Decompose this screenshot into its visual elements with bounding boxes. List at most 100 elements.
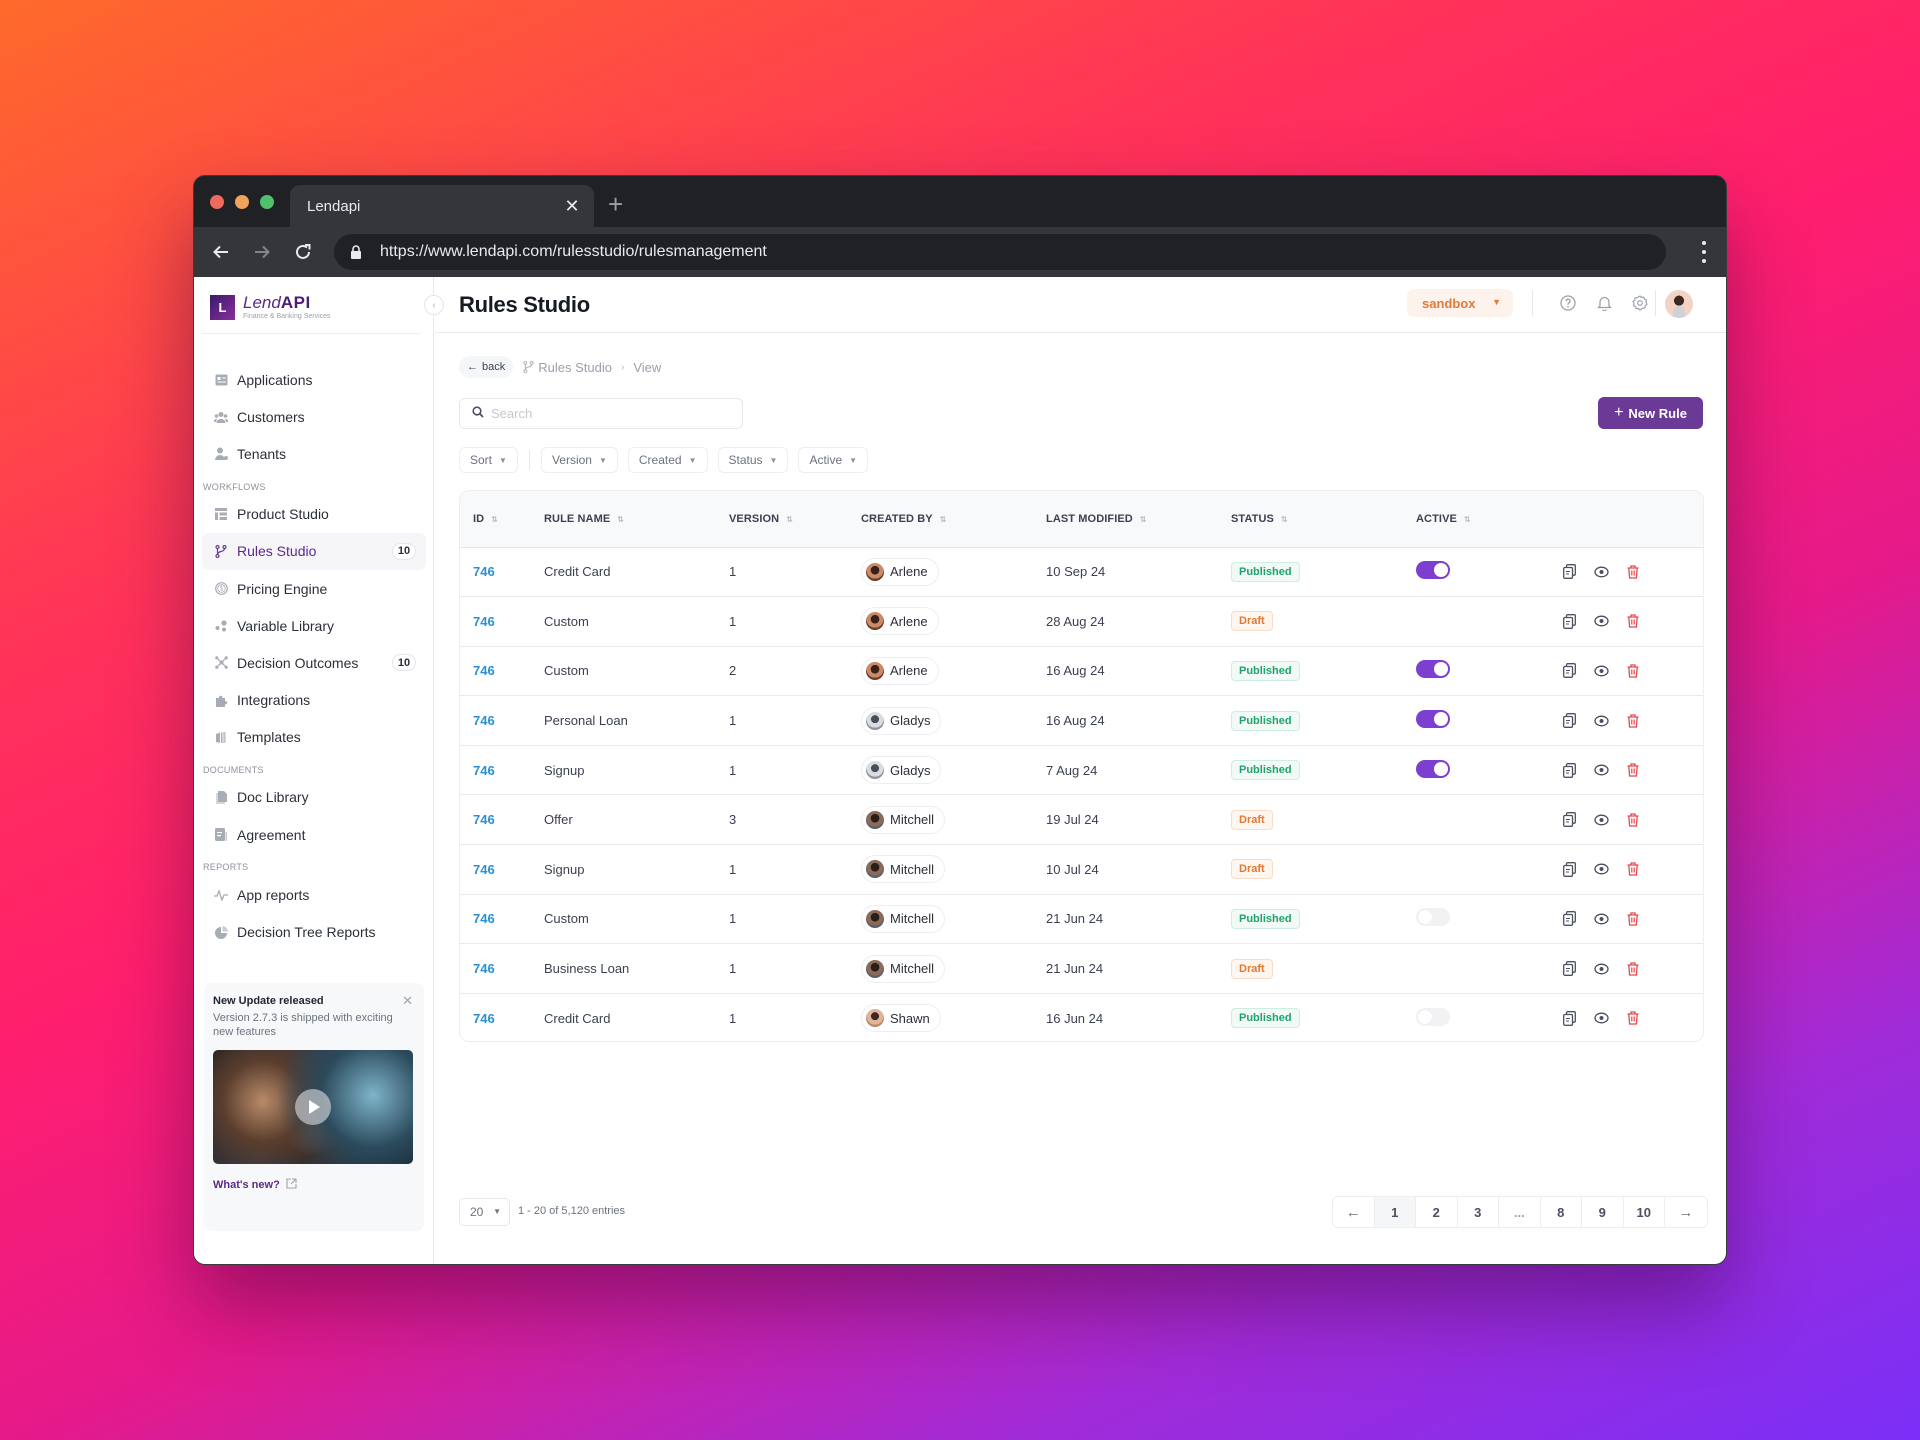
active-toggle[interactable] [1416,1007,1450,1026]
table-row[interactable]: 746 Credit Card 1 Arlene 10 Sep 24 Published [460,547,1703,597]
rule-id-link[interactable]: 746 [460,547,531,597]
table-row[interactable]: 746 Personal Loan 1 Gladys 16 Aug 24 Publishe… [460,696,1703,746]
delete-icon[interactable] [1625,1010,1641,1026]
whats-new-link[interactable]: What's new? [213,1178,415,1192]
delete-icon[interactable] [1625,613,1641,629]
user-chip[interactable]: Gladys [861,756,942,785]
view-icon[interactable] [1593,812,1609,828]
rule-id-link[interactable]: 746 [460,845,531,895]
delete-icon[interactable] [1625,812,1641,828]
view-icon[interactable] [1593,762,1609,778]
sidebar-item-decision-outcomes[interactable]: Decision Outcomes 10 [202,644,426,681]
sidebar-item-pricing-engine[interactable]: $ Pricing Engine [202,570,426,607]
column-header-version[interactable]: VERSION ⇅ [716,491,848,548]
active-toggle[interactable] [1416,908,1450,927]
duplicate-icon[interactable] [1561,861,1577,877]
table-row[interactable]: 746 Credit Card 1 Shawn 16 Jun 24 Published [460,993,1703,1041]
active-toggle[interactable] [1416,561,1450,580]
user-chip[interactable]: Mitchell [861,805,946,834]
breadcrumb-rules-studio[interactable]: Rules Studio [538,360,612,375]
new-rule-button[interactable]: + New Rule [1598,397,1703,429]
play-icon[interactable] [295,1089,331,1125]
user-chip[interactable]: Arlene [861,656,939,685]
table-row[interactable]: 746 Business Loan 1 Mitchell 21 Jun 24 Draft [460,944,1703,994]
table-row[interactable]: 746 Custom 1 Arlene 28 Aug 24 Draft [460,597,1703,647]
sidebar-item-rules-studio[interactable]: Rules Studio 10 [202,532,426,570]
update-video-thumbnail[interactable] [213,1050,413,1164]
duplicate-icon[interactable] [1561,762,1577,778]
column-header-active[interactable]: ACTIVE ⇅ [1403,491,1548,548]
sidebar-item-doc-library[interactable]: Doc Library [202,779,426,816]
user-chip[interactable]: Arlene [861,557,939,586]
status-filter[interactable]: Status ▼ [717,447,789,473]
delete-icon[interactable] [1625,961,1641,977]
sidebar-item-agreement[interactable]: Agreement [202,816,426,853]
sidebar-item-customers[interactable]: Customers [202,398,426,435]
table-row[interactable]: 746 Signup 1 Gladys 7 Aug 24 Published [460,745,1703,795]
delete-icon[interactable] [1625,911,1641,927]
maximize-window-button[interactable] [260,195,274,209]
view-icon[interactable] [1593,911,1609,927]
rule-id-link[interactable]: 746 [460,795,531,845]
sidebar-item-product-studio[interactable]: Product Studio [202,496,426,533]
page-button[interactable]: 9 [1582,1197,1624,1227]
user-chip[interactable]: Gladys [861,706,942,735]
help-icon[interactable] [1558,293,1578,313]
close-icon[interactable]: ✕ [402,993,413,1009]
bell-icon[interactable] [1594,293,1614,313]
active-filter[interactable]: Active ▼ [798,447,869,473]
duplicate-icon[interactable] [1561,713,1577,729]
back-button[interactable]: ← back [459,356,514,378]
column-header-created-by[interactable]: CREATED BY ⇅ [848,491,1033,548]
sidebar-item-tenants[interactable]: Tenants [202,435,426,472]
duplicate-icon[interactable] [1561,564,1577,580]
forward-arrow-icon[interactable] [247,237,277,267]
page-button[interactable]: 10 [1623,1197,1665,1227]
rule-id-link[interactable]: 746 [460,696,531,746]
page-size-select[interactable]: 20 ▼ [459,1198,510,1226]
user-chip[interactable]: Arlene [861,607,939,636]
sidebar-item-applications[interactable]: Applications [202,361,426,398]
rule-id-link[interactable]: 746 [460,646,531,696]
created-filter[interactable]: Created ▼ [627,447,708,473]
page-button[interactable]: 2 [1416,1197,1458,1227]
table-row[interactable]: 746 Custom 2 Arlene 16 Aug 24 Published [460,646,1703,696]
duplicate-icon[interactable] [1561,961,1577,977]
sidebar-item-templates[interactable]: Templates [202,719,426,756]
sort-dropdown[interactable]: Sort ▼ [459,447,518,473]
back-arrow-icon[interactable] [206,237,236,267]
search-box[interactable] [459,398,743,429]
view-icon[interactable] [1593,713,1609,729]
table-row[interactable]: 746 Offer 3 Mitchell 19 Jul 24 Draft [460,795,1703,845]
gear-icon[interactable] [1630,293,1650,313]
sidebar-item-variable-library[interactable]: Variable Library [202,607,426,644]
next-page-button[interactable]: → [1665,1197,1707,1227]
view-icon[interactable] [1593,1010,1609,1026]
rule-id-link[interactable]: 746 [460,944,531,994]
table-row[interactable]: 746 Custom 1 Mitchell 21 Jun 24 Published [460,894,1703,944]
duplicate-icon[interactable] [1561,663,1577,679]
collapse-sidebar-button[interactable]: ‹ [424,295,444,315]
user-chip[interactable]: Mitchell [861,904,946,933]
sidebar-item-decision-tree-reports[interactable]: Decision Tree Reports [202,913,426,950]
sidebar-item-integrations[interactable]: Integrations [202,682,426,719]
delete-icon[interactable] [1625,663,1641,679]
column-header-last-modified[interactable]: LAST MODIFIED ⇅ [1033,491,1218,548]
url-input[interactable]: https://www.lendapi.com/rulesstudio/rule… [334,234,1666,270]
delete-icon[interactable] [1625,861,1641,877]
active-toggle[interactable] [1416,660,1450,679]
close-window-button[interactable] [210,195,224,209]
delete-icon[interactable] [1625,713,1641,729]
reload-icon[interactable] [288,237,318,267]
browser-menu-icon[interactable] [1694,239,1714,265]
view-icon[interactable] [1593,861,1609,877]
browser-tab[interactable]: Lendapi ✕ [290,185,594,227]
column-header-rule-name[interactable]: RULE NAME ⇅ [531,491,716,548]
minimize-window-button[interactable] [235,195,249,209]
page-button[interactable]: 1 [1374,1197,1416,1227]
duplicate-icon[interactable] [1561,1010,1577,1026]
new-tab-icon[interactable]: + [608,191,623,217]
delete-icon[interactable] [1625,762,1641,778]
view-icon[interactable] [1593,961,1609,977]
view-icon[interactable] [1593,663,1609,679]
